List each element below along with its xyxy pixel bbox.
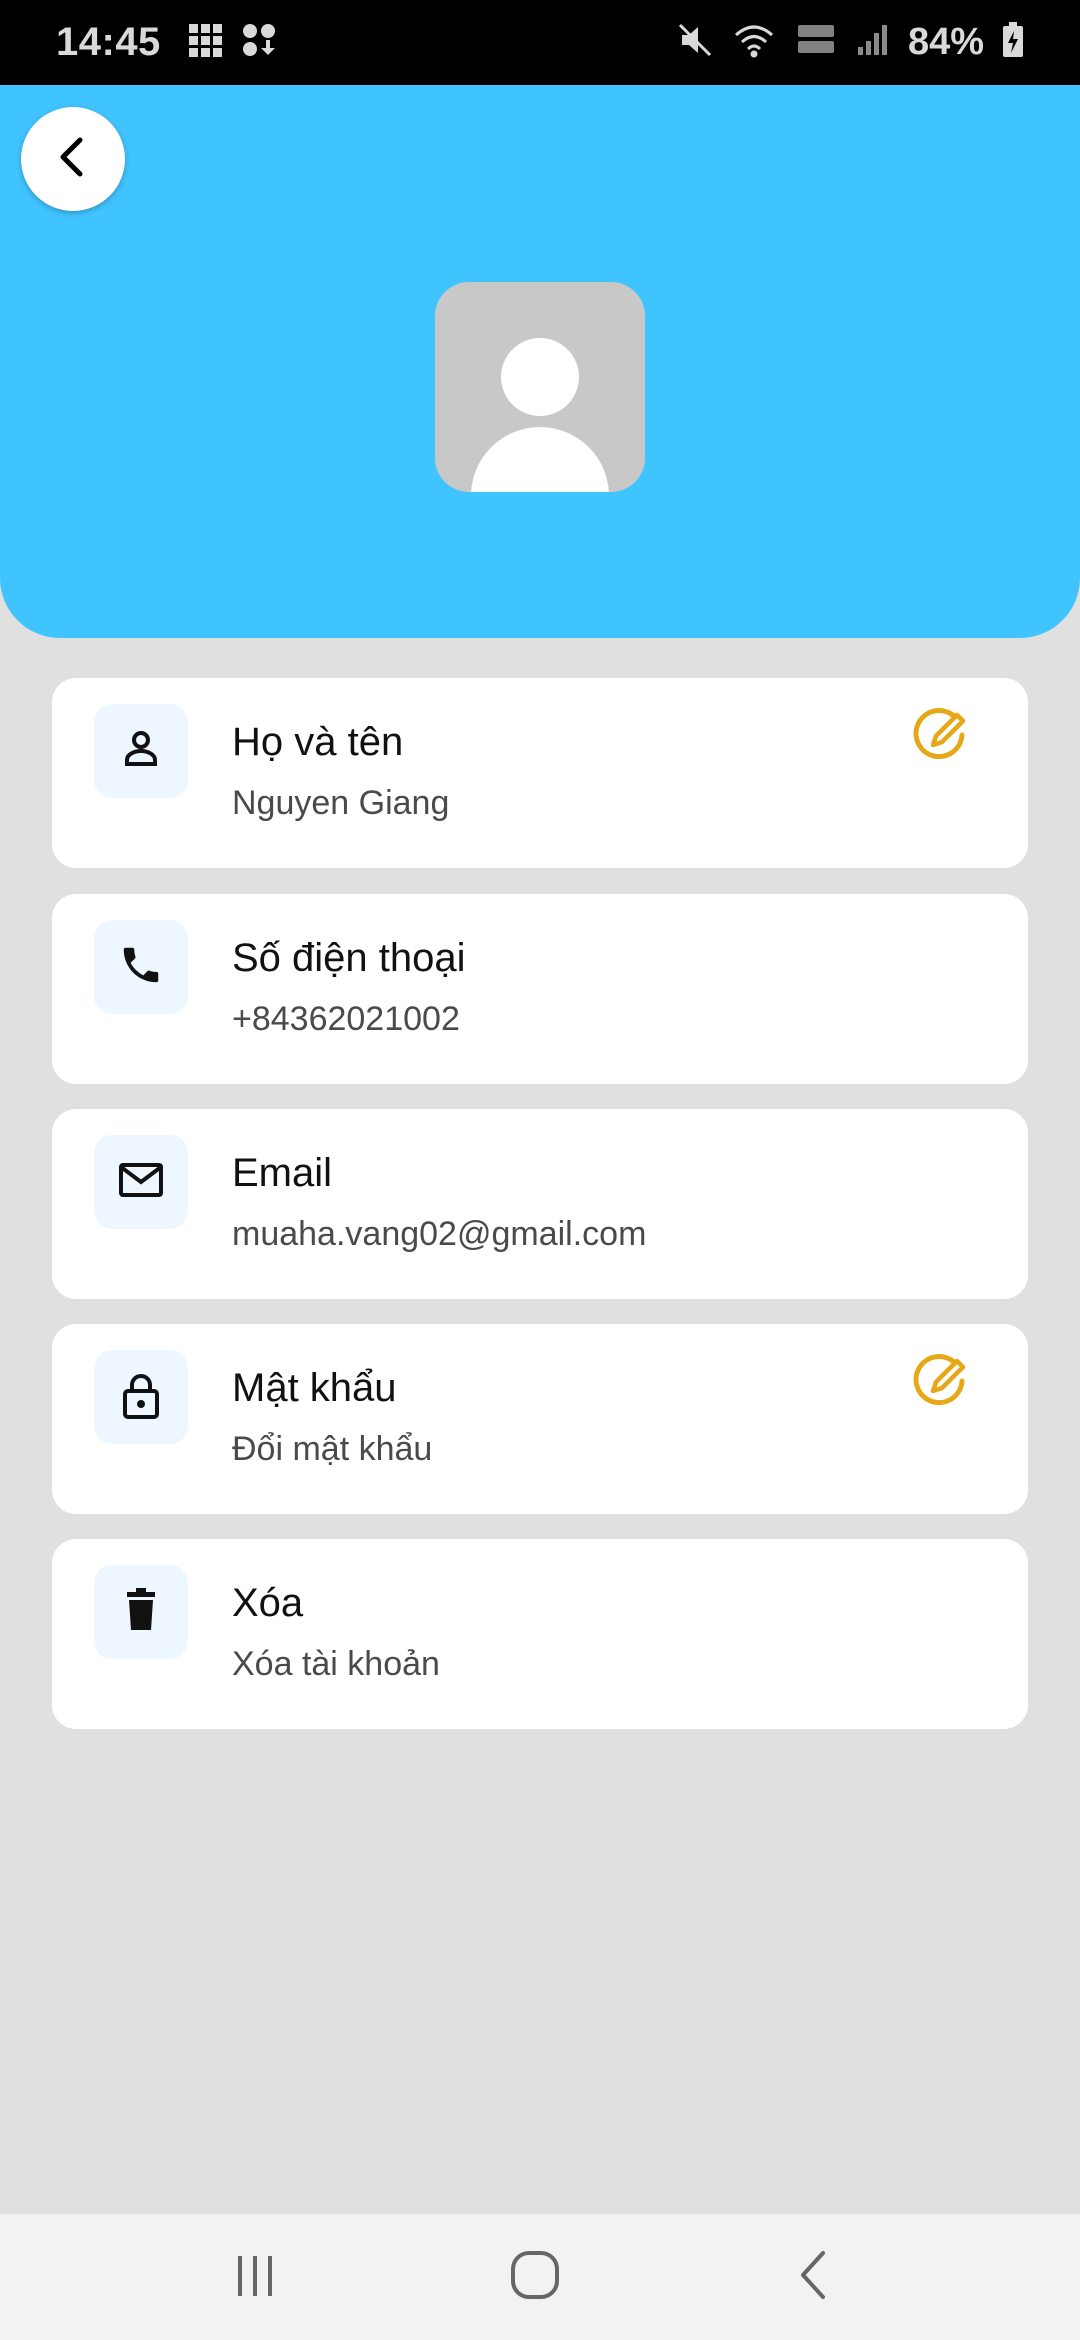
card-value: muaha.vang02@gmail.com [232,1215,647,1253]
home-icon [507,2247,563,2308]
card-title: Email [232,1151,333,1195]
edit-password-button[interactable] [912,1352,972,1412]
card-title: Mật khẩu [232,1366,397,1410]
edit-pencil-icon [913,705,971,768]
card-value: Nguyen Giang [232,784,450,822]
avatar-placeholder-head [501,338,579,416]
phone-card[interactable]: Số điện thoại +84362021002 [52,894,1028,1084]
mail-icon [116,1155,166,1210]
home-button[interactable] [495,2244,575,2310]
card-title: Xóa [232,1581,304,1625]
email-card[interactable]: Email muaha.vang02@gmail.com [52,1109,1028,1299]
phone-icon [118,942,164,993]
lock-icon [117,1370,165,1425]
battery-percent: 84% [907,21,984,63]
recents-icon [230,2250,280,2305]
card-value: +84362021002 [232,1000,460,1038]
card-title: Số điện thoại [232,936,466,980]
profile-header [0,85,1080,638]
grid-notification-icon [187,22,223,63]
recent-apps-button[interactable] [215,2244,295,2310]
card-value: Xóa tài khoản [232,1645,440,1683]
chevron-left-icon [48,132,98,187]
name-card[interactable]: Họ và tên Nguyen Giang [52,678,1028,868]
battery-charging-icon [1002,21,1024,64]
edit-name-button[interactable] [912,706,972,766]
mute-icon [676,21,714,64]
back-chevron-icon [789,2247,839,2308]
system-back-button[interactable] [774,2244,854,2310]
password-card[interactable]: Mật khẩu Đổi mật khẩu [52,1324,1028,1514]
avatar-placeholder-body [471,427,609,492]
card-value: Đổi mật khẩu [232,1430,433,1468]
delete-account-card[interactable]: Xóa Xóa tài khoản [52,1539,1028,1729]
person-icon [117,725,165,778]
avatar[interactable] [435,282,645,492]
card-title: Họ và tên [232,720,404,764]
status-time: 14:45 [56,20,161,64]
status-bar: 14:45 84% [0,0,1080,85]
back-button[interactable] [21,107,125,211]
system-nav-bar [0,2214,1080,2340]
trash-icon [119,1586,163,1639]
signal-icon [856,21,890,64]
download-notification-icon [241,22,277,63]
wifi-icon [732,21,776,64]
edit-pencil-icon [913,1351,971,1414]
volte-lte-icon [794,21,838,64]
